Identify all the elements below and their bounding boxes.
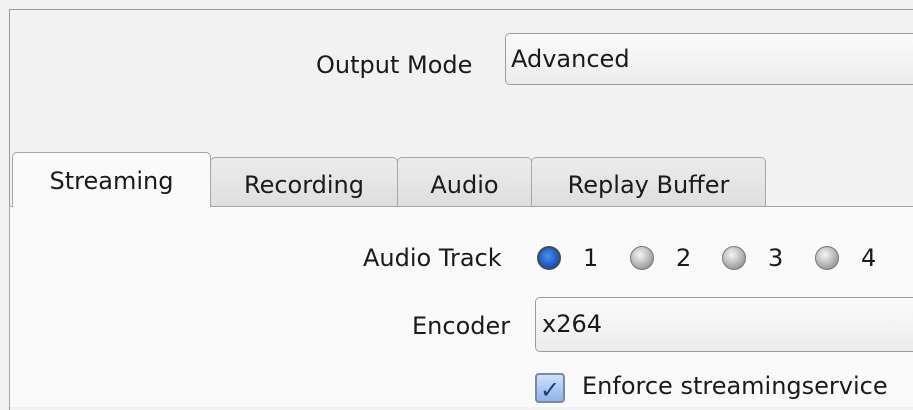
audio-track-3-radio[interactable]	[722, 246, 746, 270]
tab-replay-buffer[interactable]: Replay Buffer	[531, 157, 766, 207]
output-mode-label: Output Mode	[316, 51, 473, 79]
audio-track-1-radio[interactable]	[537, 246, 561, 270]
enforce-checkbox-label: Enforce streamingservice	[582, 372, 888, 400]
checkmark-icon: ✓	[539, 376, 561, 404]
tab-audio[interactable]: Audio	[397, 157, 532, 207]
encoder-select[interactable]: x264	[535, 297, 913, 352]
audio-track-label: Audio Track	[363, 244, 502, 272]
tab-recording[interactable]: Recording	[210, 157, 398, 207]
output-mode-select[interactable]: Advanced	[505, 33, 913, 85]
audio-track-4-label: 4	[861, 244, 877, 272]
audio-track-2-radio[interactable]	[630, 246, 654, 270]
audio-track-3-label: 3	[768, 244, 784, 272]
encoder-label: Encoder	[412, 312, 511, 340]
audio-track-1-label: 1	[583, 244, 599, 272]
tab-streaming[interactable]: Streaming	[12, 152, 211, 207]
audio-track-2-label: 2	[676, 244, 692, 272]
enforce-checkbox[interactable]: ✓	[535, 373, 565, 404]
audio-track-4-radio[interactable]	[815, 246, 839, 270]
